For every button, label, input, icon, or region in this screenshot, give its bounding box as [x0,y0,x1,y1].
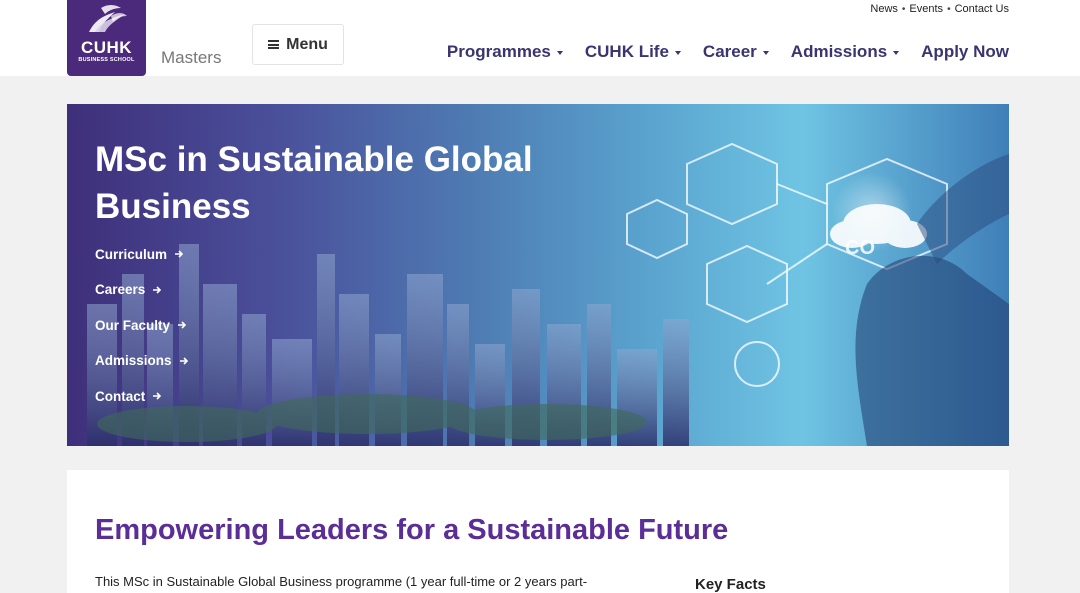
separator-dot: • [947,3,951,15]
hero-link-label: Curriculum [95,246,168,262]
hero-link-admissions[interactable]: Admissions [95,351,189,372]
util-link-contact[interactable]: Contact Us [955,3,1009,15]
intro-paragraph: This MSc in Sustainable Global Business … [95,574,588,589]
arrow-right-icon [178,321,187,329]
hero-quick-links: Curriculum Careers Our Faculty Admission… [95,244,189,407]
logo-subtext: BUSINESS SCHOOL [78,57,135,63]
nav-item-programmes[interactable]: Programmes [447,42,563,62]
intro-section: Empowering Leaders for a Sustainable Fut… [67,470,1009,593]
caret-down-icon [893,51,900,55]
caret-down-icon [556,51,563,55]
hero-link-label: Our Faculty [95,317,171,333]
main-nav: Programmes CUHK Life Career Admissions A… [447,42,1009,62]
cuhk-logo[interactable]: CUHK BUSINESS SCHOOL [67,0,146,76]
hero-link-our-faculty[interactable]: Our Faculty [95,315,189,336]
hero-link-label: Admissions [95,353,172,369]
hero-link-label: Contact [95,388,146,404]
nav-label: Admissions [790,42,888,61]
hamburger-icon [268,40,280,49]
utility-links: News • Events • Contact Us [870,3,1009,15]
nav-item-admissions[interactable]: Admissions [790,42,900,62]
nav-label: Apply Now [921,42,1009,61]
nav-item-career[interactable]: Career [703,42,769,62]
section-label: Masters [161,48,222,67]
site-header: CUHK BUSINESS SCHOOL Masters Menu News •… [0,0,1080,76]
arrow-right-icon [153,392,162,400]
nav-label: Career [702,42,757,61]
nav-item-cuhk-life[interactable]: CUHK Life [585,42,681,62]
menu-button[interactable]: Menu [252,24,344,65]
page-title: MSc in Sustainable Global Business [95,140,533,226]
caret-down-icon [762,51,769,55]
phoenix-icon [89,5,127,32]
key-facts-heading: Key Facts [695,576,766,593]
separator-dot: • [901,3,906,15]
arrow-right-icon [153,286,162,294]
hero-banner: CO MSc in Sustainable Global Business Cu… [67,104,1009,446]
arrow-right-icon [175,250,184,258]
hero-link-curriculum[interactable]: Curriculum [95,244,189,265]
hero-link-contact[interactable]: Contact [95,386,189,407]
util-link-news[interactable]: News [870,3,898,15]
nav-item-apply-now[interactable]: Apply Now [921,42,1009,62]
section-heading: Empowering Leaders for a Sustainable Fut… [95,514,729,546]
hero-link-careers[interactable]: Careers [95,280,189,301]
hero-link-label: Careers [95,282,146,298]
arrow-right-icon [179,357,188,365]
logo-text: CUHK [80,38,133,57]
menu-label: Menu [286,35,328,53]
nav-label: CUHK Life [584,42,669,61]
caret-down-icon [674,51,681,55]
nav-label: Programmes [446,42,551,61]
util-link-events[interactable]: Events [909,3,943,15]
